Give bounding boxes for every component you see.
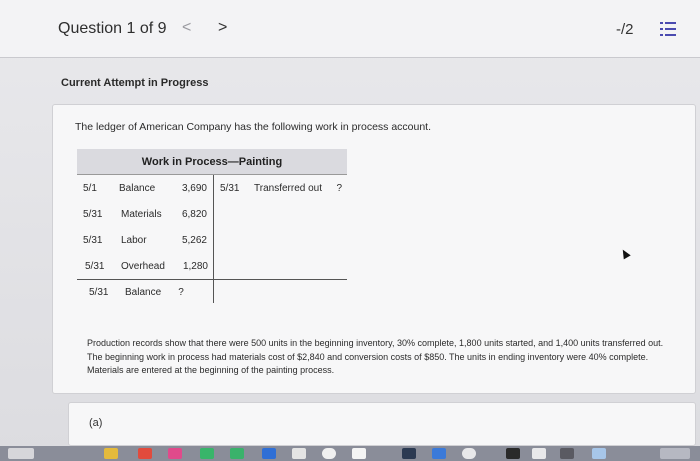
- window-thumbnail-icon[interactable]: [8, 448, 34, 459]
- app-icon[interactable]: [168, 448, 182, 459]
- next-question-button[interactable]: >: [218, 19, 227, 37]
- question-card: The ledger of American Company has the f…: [52, 104, 696, 394]
- ledger-value: 3,690: [181, 183, 207, 194]
- ledger-label: Balance: [125, 287, 162, 298]
- trash-icon[interactable]: [660, 448, 690, 459]
- previous-question-button[interactable]: <: [182, 19, 191, 37]
- problem-paragraph: Production records show that there were …: [87, 338, 664, 375]
- ledger-date: 5/31: [83, 235, 103, 246]
- app-icon[interactable]: [352, 448, 366, 459]
- question-header: Question 1 of 9 < > -/2: [0, 0, 700, 58]
- ledger-date: 5/31: [220, 183, 240, 194]
- attempt-status: Current Attempt in Progress: [61, 77, 209, 89]
- ledger-label: Balance: [119, 183, 156, 194]
- ledger-label: Overhead: [121, 261, 165, 272]
- ledger-unknown-value: ?: [178, 287, 184, 298]
- ledger-label: Materials: [121, 209, 162, 220]
- ledger-value: 1,280: [182, 261, 208, 272]
- ledger-label: Labor: [121, 235, 147, 246]
- app-icon[interactable]: [592, 448, 606, 459]
- app-icon[interactable]: [532, 448, 546, 459]
- ledger-label: Transferred out: [254, 183, 322, 194]
- problem-intro: The ledger of American Company has the f…: [75, 121, 432, 133]
- part-a-section[interactable]: (a): [68, 402, 696, 446]
- app-icon[interactable]: [506, 448, 520, 459]
- app-icon[interactable]: [462, 448, 476, 459]
- app-icon[interactable]: [322, 448, 336, 459]
- app-icon[interactable]: [104, 448, 118, 459]
- list-icon[interactable]: [660, 22, 676, 36]
- app-icon[interactable]: [138, 448, 152, 459]
- app-icon[interactable]: [560, 448, 574, 459]
- app-icon[interactable]: [432, 448, 446, 459]
- question-counter: Question 1 of 9: [58, 20, 167, 37]
- ledger-divider-horizontal: [77, 279, 347, 280]
- app-icon[interactable]: [200, 448, 214, 459]
- ledger-date: 5/31: [89, 287, 109, 298]
- ledger-value: 6,820: [181, 209, 207, 220]
- app-icon[interactable]: [262, 448, 276, 459]
- part-label: (a): [89, 417, 103, 429]
- ledger-unknown-value: ?: [336, 183, 342, 194]
- taskbar: [0, 446, 700, 461]
- app-icon[interactable]: [292, 448, 306, 459]
- ledger-title: Work in Process—Painting: [77, 149, 347, 175]
- app-icon[interactable]: [402, 448, 416, 459]
- ledger-value: 5,262: [181, 235, 207, 246]
- ledger-date: 5/31: [85, 261, 105, 272]
- ledger-date: 5/1: [83, 183, 97, 194]
- score-display: -/2: [616, 21, 634, 38]
- ledger-date: 5/31: [83, 209, 103, 220]
- ledger-divider-vertical: [213, 175, 214, 303]
- app-icon[interactable]: [230, 448, 244, 459]
